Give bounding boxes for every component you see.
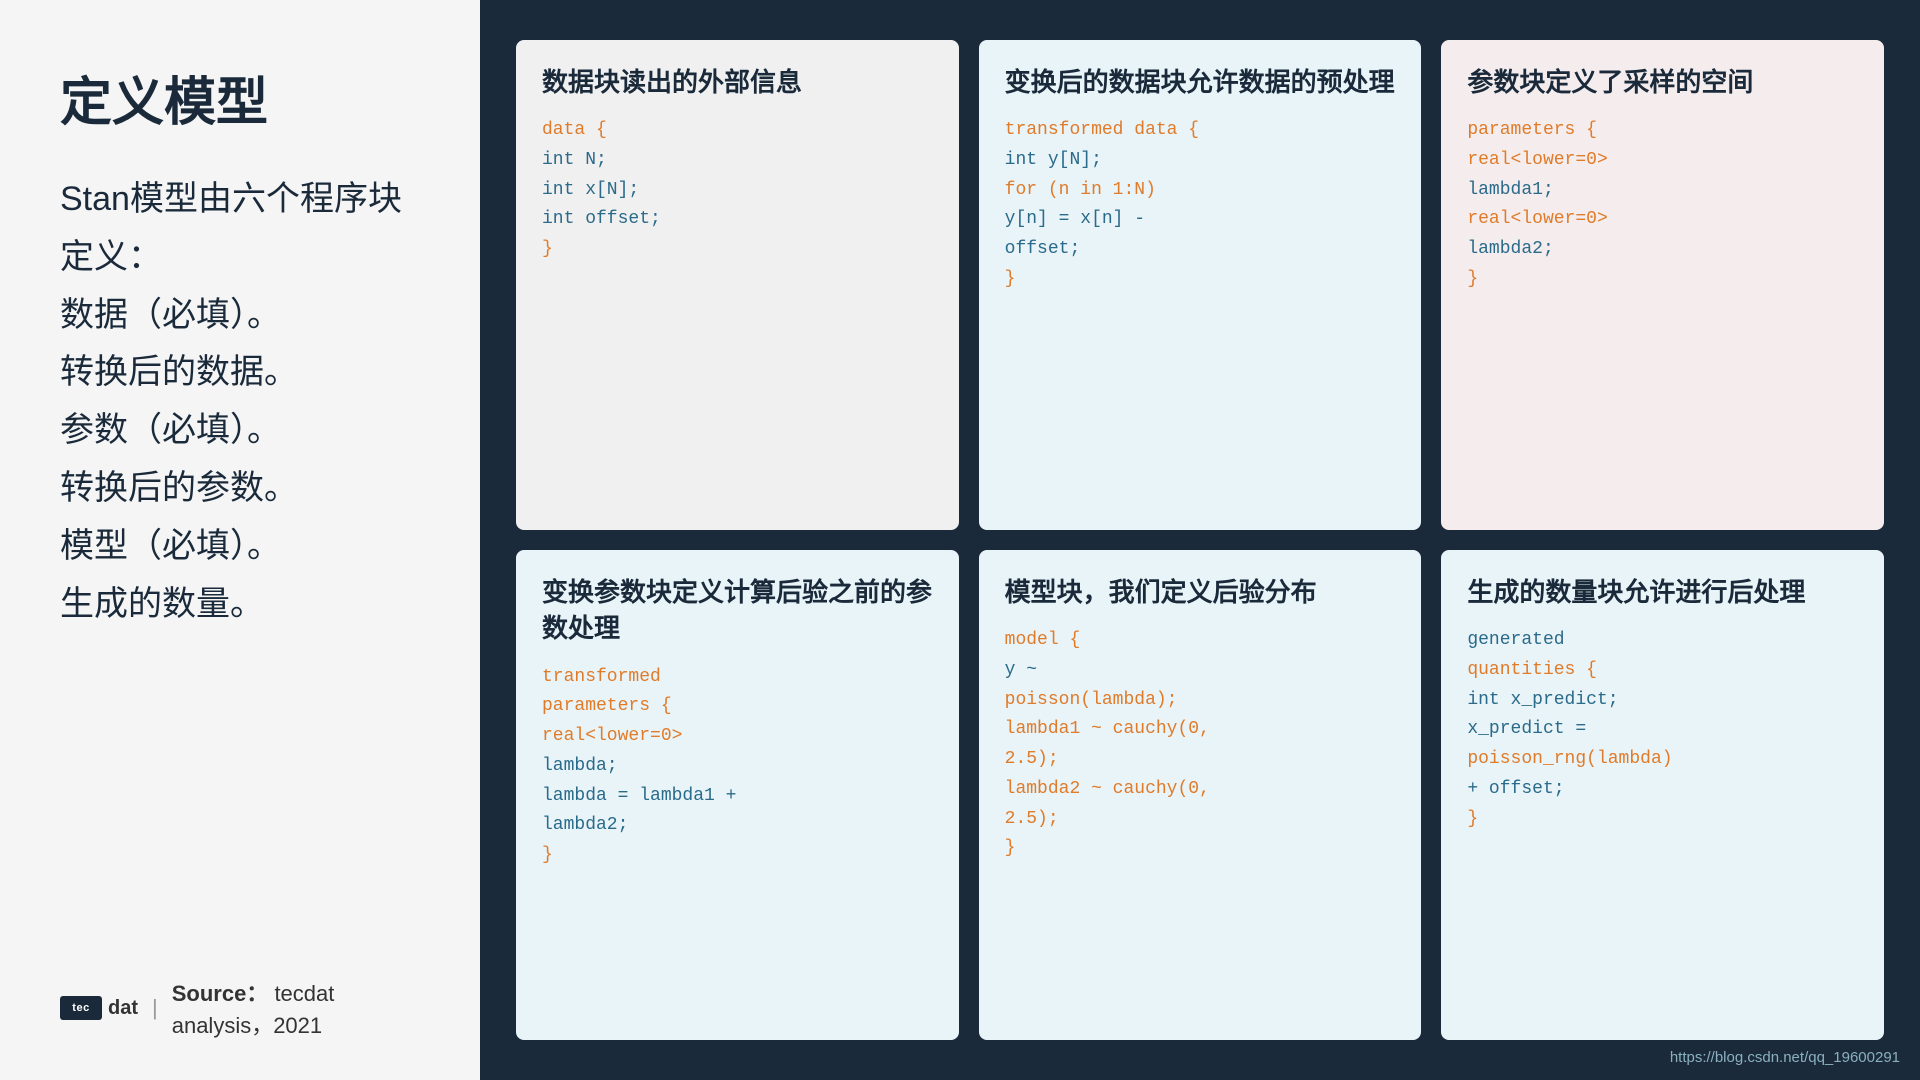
footer-separator: | <box>152 995 158 1021</box>
right-panel: 数据块读出的外部信息 data { int N; int x[N]; int o… <box>480 0 1920 1080</box>
card-parameters-code: parameters { real<lower=0> lambda1; real… <box>1467 116 1858 294</box>
card-model: 模型块，我们定义后验分布 model { y ~ poisson(lambda)… <box>979 550 1422 1040</box>
card-model-title: 模型块，我们定义后验分布 <box>1005 574 1396 610</box>
card-parameters: 参数块定义了采样的空间 parameters { real<lower=0> l… <box>1441 40 1884 530</box>
source-label: Source： <box>172 981 269 1006</box>
card-data-code: data { int N; int x[N]; int offset; } <box>542 116 933 264</box>
card-model-code: model { y ~ poisson(lambda); lambda1 ~ c… <box>1005 626 1396 864</box>
left-description: Stan模型由六个程序块定义： 数据（必填）。 转换后的数据。 参数（必填）。 … <box>60 171 430 633</box>
card-parameters-title: 参数块定义了采样的空间 <box>1467 64 1858 100</box>
card-transformed-data-code: transformed data { int y[N]; for (n in 1… <box>1005 116 1396 294</box>
footer-url: https://blog.csdn.net/qq_19600291 <box>1670 1049 1900 1066</box>
card-generated-title: 生成的数量块允许进行后处理 <box>1467 574 1858 610</box>
card-generated-code: generated quantities { int x_predict; x_… <box>1467 626 1858 834</box>
tecdat-logo: tec dat <box>60 996 138 1020</box>
card-generated: 生成的数量块允许进行后处理 generated quantities { int… <box>1441 550 1884 1040</box>
logo-box: tec <box>60 996 102 1020</box>
brand-name: dat <box>108 997 138 1020</box>
footer-source: Source： tecdat analysis，2021 <box>172 976 430 1040</box>
card-data-title: 数据块读出的外部信息 <box>542 64 933 100</box>
page-title: 定义模型 <box>60 60 430 135</box>
card-transformed-params-title: 变换参数块定义计算后验之前的参数处理 <box>542 574 933 647</box>
card-transformed-params-code: transformed parameters { real<lower=0> l… <box>542 663 933 871</box>
left-panel: 定义模型 Stan模型由六个程序块定义： 数据（必填）。 转换后的数据。 参数（… <box>0 0 480 1080</box>
card-transformed-data: 变换后的数据块允许数据的预处理 transformed data { int y… <box>979 40 1422 530</box>
logo-icon-text: tec <box>72 1002 89 1014</box>
card-data: 数据块读出的外部信息 data { int N; int x[N]; int o… <box>516 40 959 530</box>
card-transformed-data-title: 变换后的数据块允许数据的预处理 <box>1005 64 1396 100</box>
left-content: 定义模型 Stan模型由六个程序块定义： 数据（必填）。 转换后的数据。 参数（… <box>60 60 430 633</box>
card-transformed-params: 变换参数块定义计算后验之前的参数处理 transformed parameter… <box>516 550 959 1040</box>
footer: tec dat | Source： tecdat analysis，2021 <box>60 976 430 1040</box>
